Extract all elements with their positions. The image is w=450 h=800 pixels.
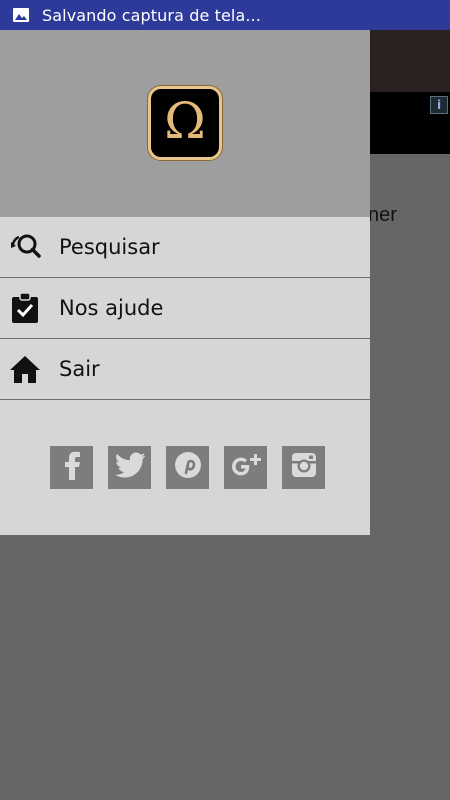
menu-item-nos-ajude[interactable]: Nos ajude xyxy=(0,278,370,339)
pinterest-icon xyxy=(174,451,202,484)
google-plus-icon xyxy=(229,451,263,484)
status-bar: Salvando captura de tela... xyxy=(0,0,450,30)
drawer-header: Ω xyxy=(0,30,370,217)
facebook-button[interactable] xyxy=(50,446,93,489)
instagram-button[interactable] xyxy=(282,446,325,489)
menu-item-label: Sair xyxy=(59,357,100,381)
navigation-drawer: Ω Pesquisar Nos ajude Sair xyxy=(0,30,370,535)
app-logo: Ω xyxy=(148,86,222,160)
image-icon xyxy=(13,8,29,22)
status-notification-text: Salvando captura de tela... xyxy=(42,5,261,25)
google-plus-button[interactable] xyxy=(224,446,267,489)
menu-item-pesquisar[interactable]: Pesquisar xyxy=(0,217,370,278)
home-icon xyxy=(9,353,41,385)
menu-item-label: Pesquisar xyxy=(59,235,160,259)
omega-logo-glyph: Ω xyxy=(164,92,206,150)
search-refresh-icon xyxy=(9,231,41,263)
social-links xyxy=(50,446,325,489)
clipboard-check-icon xyxy=(9,292,41,324)
facebook-icon xyxy=(61,450,83,485)
menu-item-sair[interactable]: Sair xyxy=(0,339,370,400)
background-partial-text: ner xyxy=(368,204,397,226)
twitter-icon xyxy=(114,452,145,483)
instagram-icon xyxy=(290,451,318,484)
menu-item-label: Nos ajude xyxy=(59,296,164,320)
pinterest-button[interactable] xyxy=(166,446,209,489)
twitter-button[interactable] xyxy=(108,446,151,489)
ad-info-icon[interactable]: i xyxy=(430,96,448,114)
